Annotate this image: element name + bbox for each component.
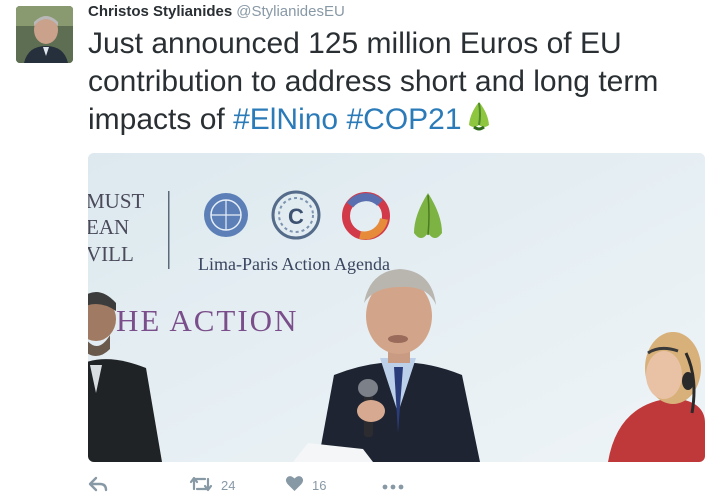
retweet-icon — [189, 475, 213, 496]
svg-text:C: C — [288, 204, 304, 229]
retweet-count: 24 — [221, 477, 236, 493]
reply-icon — [88, 476, 108, 495]
retweet-button[interactable]: 24 — [189, 472, 235, 498]
slogan-text: HE ACTION — [116, 303, 298, 338]
like-button[interactable]: 16 — [285, 472, 326, 498]
hashtag-elnino[interactable]: #ElNino — [233, 103, 338, 136]
banner-line-1: MUST — [88, 189, 145, 213]
hashtag-cop21[interactable]: #COP21 — [346, 103, 461, 136]
more-button[interactable] — [382, 472, 404, 498]
un-emblem-icon — [204, 193, 248, 237]
author-handle[interactable]: @StylianidesEU — [236, 3, 345, 20]
tweet-photo[interactable]: MUST EAN VILL C Lima-Paris Action Agenda… — [88, 153, 705, 462]
tweet-header: Christos Stylianides @StylianidesEU — [88, 3, 345, 21]
tweet-actions: 24 16 — [88, 472, 488, 498]
author-name[interactable]: Christos Stylianides — [88, 3, 232, 20]
cop21-leaf-icon — [466, 101, 492, 143]
tweet-text: Just announced 125 million Euros of EU c… — [88, 25, 712, 143]
banner-line-3: VILL — [88, 242, 134, 266]
more-icon — [382, 478, 404, 493]
avatar[interactable] — [16, 6, 73, 63]
like-count: 16 — [312, 477, 327, 493]
reply-button[interactable] — [88, 472, 108, 498]
banner-line-2: EAN — [88, 215, 129, 239]
heart-icon — [285, 475, 304, 495]
agenda-title: Lima-Paris Action Agenda — [198, 254, 390, 274]
